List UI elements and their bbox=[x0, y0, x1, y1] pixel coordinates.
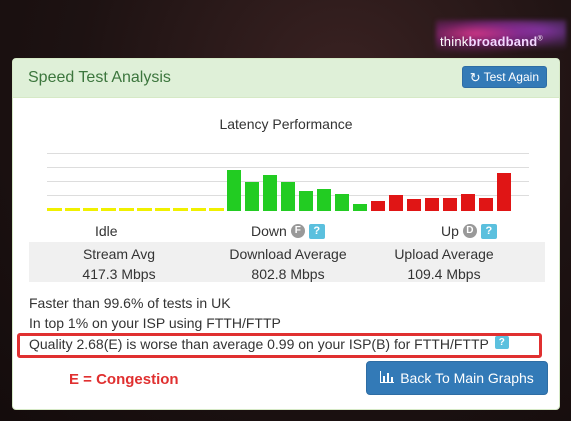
up-latency-bar bbox=[425, 198, 439, 211]
up-label-text: Up bbox=[441, 223, 459, 239]
idle-latency-bar bbox=[119, 208, 134, 211]
speed-test-panel: Speed Test Analysis ↻ Test Again Latency… bbox=[12, 58, 560, 410]
test-again-button[interactable]: ↻ Test Again bbox=[461, 66, 547, 88]
isp-rank-text: In top 1% on your ISP using FTTH/FTTP bbox=[29, 315, 281, 331]
upload-avg-stat: Upload Average 109.4 Mbps bbox=[389, 244, 499, 284]
up-help-button[interactable]: ? bbox=[480, 223, 497, 239]
up-latency-bar bbox=[371, 201, 385, 211]
logo-text: thinkbroadband® bbox=[440, 34, 543, 49]
down-latency-bar bbox=[353, 204, 367, 211]
down-label: Down F ? bbox=[251, 223, 325, 239]
idle-latency-bar bbox=[137, 208, 152, 211]
panel-title: Speed Test Analysis bbox=[28, 69, 171, 86]
idle-label: Idle bbox=[95, 223, 118, 239]
bar-chart-icon bbox=[380, 370, 395, 386]
stream-avg-stat: Stream Avg 417.3 Mbps bbox=[69, 244, 169, 284]
down-latency-bar bbox=[317, 189, 331, 211]
latency-title: Latency Performance bbox=[219, 116, 353, 132]
idle-latency-bar bbox=[191, 208, 206, 211]
up-latency-bar bbox=[461, 194, 475, 211]
down-latency-bar bbox=[335, 194, 349, 211]
quality-help-button[interactable]: ? bbox=[494, 335, 509, 349]
latency-chart bbox=[47, 153, 529, 211]
up-latency-bar bbox=[479, 198, 493, 211]
download-avg-stat: Download Average 802.8 Mbps bbox=[217, 244, 359, 284]
download-avg-label: Download Average bbox=[229, 246, 347, 262]
latency-phase-labels: Idle Down F ? Up D ? bbox=[29, 223, 545, 243]
up-latency-bar bbox=[443, 198, 457, 211]
panel-header: Speed Test Analysis ↻ Test Again bbox=[13, 59, 559, 98]
idle-latency-bar bbox=[173, 208, 188, 211]
thinkbroadband-logo: thinkbroadband® bbox=[436, 20, 566, 54]
back-to-main-graphs-button[interactable]: Back To Main Graphs bbox=[366, 361, 548, 395]
up-grade-badge: D bbox=[462, 224, 477, 238]
refresh-icon: ↻ bbox=[469, 69, 481, 85]
up-label: Up D ? bbox=[441, 223, 497, 239]
registered-mark: ® bbox=[537, 35, 543, 43]
stream-avg-label: Stream Avg bbox=[82, 246, 156, 262]
quality-text: Quality 2.68(E) is worse than average 0.… bbox=[29, 336, 489, 352]
faster-than-text: Faster than 99.6% of tests in UK bbox=[29, 295, 231, 311]
speed-stats: Stream Avg 417.3 Mbps Download Average 8… bbox=[29, 242, 545, 282]
upload-avg-value: 109.4 Mbps bbox=[407, 266, 481, 282]
down-latency-bar bbox=[245, 182, 259, 211]
down-help-button[interactable]: ? bbox=[308, 223, 325, 239]
congestion-annotation: E = Congestion bbox=[69, 371, 179, 388]
logo-text-light: think bbox=[440, 34, 469, 49]
idle-latency-bar bbox=[155, 208, 170, 211]
idle-latency-bar bbox=[209, 208, 224, 211]
quality-line: Quality 2.68(E) is worse than average 0.… bbox=[29, 335, 509, 352]
download-avg-value: 802.8 Mbps bbox=[251, 266, 325, 282]
up-latency-bar bbox=[389, 195, 403, 211]
up-latency-bar bbox=[407, 199, 421, 211]
down-latency-bar bbox=[281, 182, 295, 211]
logo-text-bold: broadband bbox=[468, 34, 538, 49]
chart-gridline bbox=[47, 167, 529, 168]
down-label-text: Down bbox=[251, 223, 287, 239]
down-latency-bar bbox=[263, 175, 277, 211]
idle-latency-bar bbox=[101, 208, 116, 211]
down-latency-bar bbox=[299, 191, 313, 211]
idle-label-text: Idle bbox=[95, 223, 118, 239]
down-grade-badge: F bbox=[290, 224, 305, 238]
test-again-label: Test Again bbox=[483, 70, 539, 84]
idle-latency-bar bbox=[83, 208, 98, 211]
idle-latency-bar bbox=[65, 208, 80, 211]
upload-avg-label: Upload Average bbox=[394, 246, 494, 262]
back-to-main-graphs-label: Back To Main Graphs bbox=[400, 370, 534, 386]
idle-latency-bar bbox=[47, 208, 62, 211]
up-latency-bar bbox=[497, 173, 511, 211]
down-latency-bar bbox=[227, 170, 241, 211]
stream-avg-value: 417.3 Mbps bbox=[82, 266, 156, 282]
chart-gridline bbox=[47, 153, 529, 154]
